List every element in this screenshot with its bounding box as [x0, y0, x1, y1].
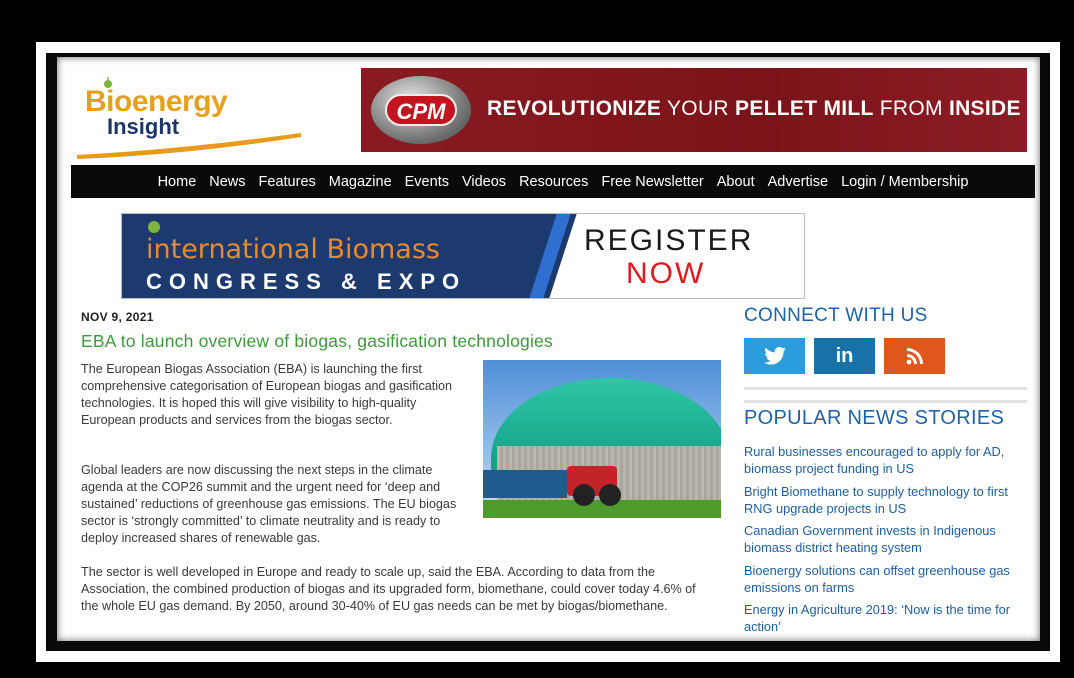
- event-title: international Biomass: [146, 234, 440, 265]
- register-text: REGISTER: [584, 224, 754, 257]
- nav-videos[interactable]: Videos: [455, 174, 512, 190]
- event-logo-icon: [148, 221, 160, 233]
- nav-news[interactable]: News: [203, 174, 252, 190]
- article-paragraph: The European Biogas Association (EBA) is…: [81, 362, 453, 427]
- tagline-part: REVOLUTIONIZE: [487, 97, 662, 120]
- tagline-part: FROM: [873, 97, 949, 120]
- site-logo[interactable]: Bioenergy Insight: [75, 67, 305, 162]
- nav-free-newsletter[interactable]: Free Newsletter: [595, 174, 710, 190]
- sidebar-divider: [744, 387, 1027, 390]
- article-title[interactable]: EBA to launch overview of biogas, gasifi…: [81, 331, 553, 352]
- tagline-part: PELLET MILL: [735, 97, 874, 120]
- linkedin-button[interactable]: in: [814, 338, 875, 374]
- nav-features[interactable]: Features: [252, 174, 322, 190]
- popular-heading: POPULAR NEWS STORIES: [744, 407, 1005, 429]
- cpm-logo-text: CPM: [385, 94, 457, 126]
- nav-resources[interactable]: Resources: [513, 174, 595, 190]
- article-paragraph: The sector is well developed in Europe a…: [81, 565, 696, 613]
- popular-story-link[interactable]: Energy in Agriculture 2019: ‘Now is the …: [744, 601, 1028, 635]
- twitter-button[interactable]: [744, 338, 805, 374]
- ad-tagline: REVOLUTIONIZE YOUR PELLET MILL FROM INSI…: [487, 97, 1021, 121]
- main-nav: Home News Features Magazine Events Video…: [71, 165, 1035, 198]
- tagline-part: YOUR: [661, 97, 736, 120]
- popular-story-link[interactable]: Canadian Government invests in Indigenou…: [744, 522, 1028, 556]
- nav-magazine[interactable]: Magazine: [322, 174, 398, 190]
- popular-story-link[interactable]: Bioenergy solutions can offset greenhous…: [744, 562, 1028, 596]
- nav-login-membership[interactable]: Login / Membership: [835, 174, 975, 190]
- tagline-part: INSIDE: [948, 97, 1021, 120]
- twitter-icon: [763, 347, 786, 365]
- sidebar-divider: [744, 400, 1027, 403]
- cpm-ad-banner[interactable]: CPM REVOLUTIONIZE YOUR PELLET MILL FROM …: [361, 68, 1027, 152]
- article-date: NOV 9, 2021: [81, 310, 154, 324]
- connect-heading: CONNECT WITH US: [744, 305, 928, 326]
- cpm-logo: CPM: [371, 76, 471, 144]
- nav-about[interactable]: About: [710, 174, 761, 190]
- article-image: [483, 360, 721, 518]
- event-subtitle: CONGRESS & EXPO: [146, 269, 467, 294]
- nav-events[interactable]: Events: [398, 174, 455, 190]
- linkedin-icon: in: [835, 344, 854, 367]
- rss-icon: [906, 348, 923, 365]
- nav-advertise[interactable]: Advertise: [761, 174, 834, 190]
- article-paragraph: Global leaders are now discussing the ne…: [81, 463, 457, 545]
- popular-story-link[interactable]: Rural businesses encouraged to apply for…: [744, 443, 1028, 477]
- nav-home[interactable]: Home: [151, 174, 203, 190]
- event-ad-banner[interactable]: international Biomass CONGRESS & EXPO RE…: [121, 213, 805, 299]
- popular-story-link[interactable]: Bright Biomethane to supply technology t…: [744, 483, 1028, 517]
- webpage: Bioenergy Insight CPM REVOLUTIONIZE YOUR…: [57, 57, 1040, 641]
- now-text: NOW: [626, 257, 706, 290]
- photo-trailer: [483, 470, 567, 498]
- logo-swoosh: [77, 133, 301, 159]
- photo-wheel: [599, 484, 621, 506]
- photo-wheel: [573, 484, 595, 506]
- rss-button[interactable]: [884, 338, 945, 374]
